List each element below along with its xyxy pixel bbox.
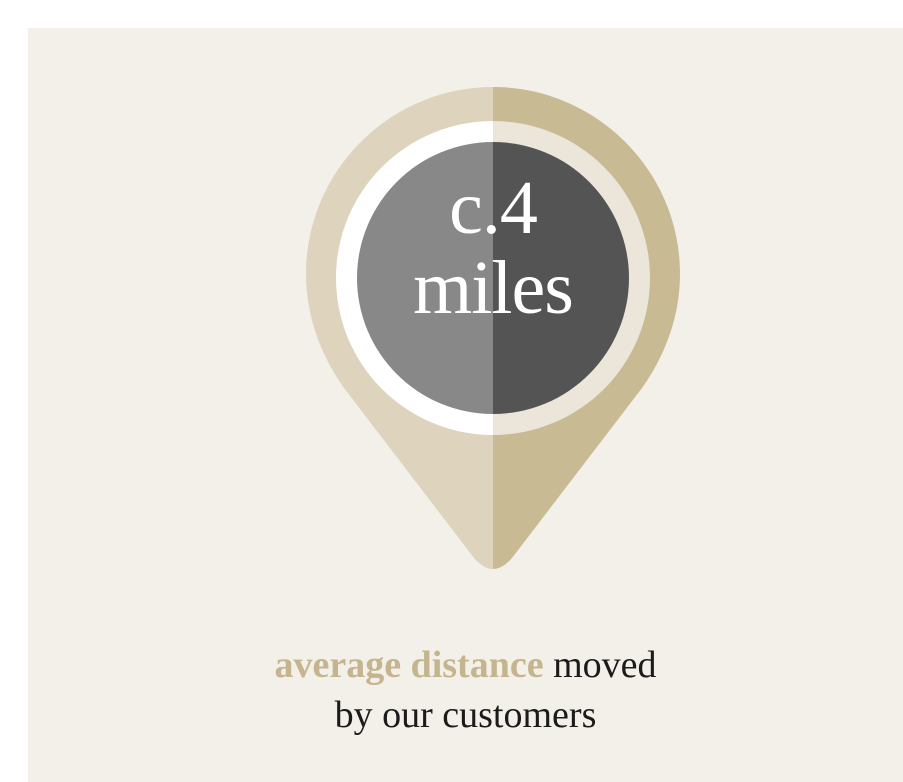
distance-value: c.4 [449, 166, 538, 250]
caption-line-2: by our customers [334, 694, 597, 736]
caption-rest: moved [553, 644, 657, 686]
caption: average distance moved by our customers [28, 640, 903, 740]
caption-line-1: average distance moved [28, 640, 903, 690]
distance-unit: miles [413, 246, 574, 330]
distance-badge: c.4 miles [357, 168, 629, 328]
caption-highlight: average distance [274, 644, 544, 686]
